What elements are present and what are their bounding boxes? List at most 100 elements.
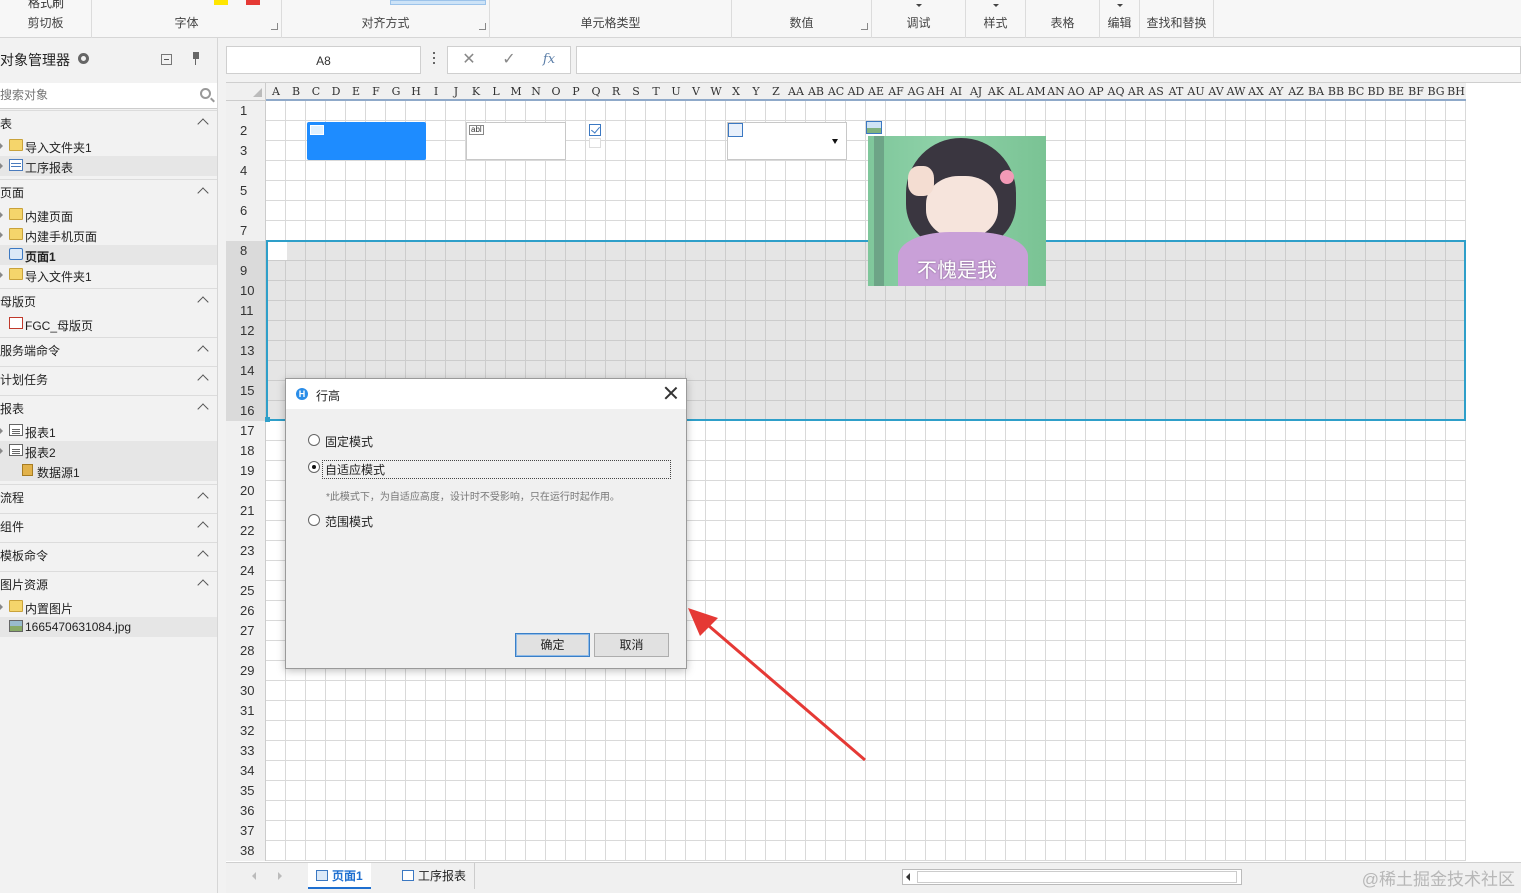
tree-item-page1[interactable]: 页面1 bbox=[0, 245, 217, 265]
column-header-S[interactable]: S bbox=[626, 85, 646, 98]
column-header-AV[interactable]: AV bbox=[1206, 85, 1226, 98]
row-header-10[interactable]: 10 bbox=[226, 281, 265, 301]
column-header-AC[interactable]: AC bbox=[826, 85, 846, 98]
column-header-C[interactable]: C bbox=[306, 85, 326, 98]
column-header-AR[interactable]: AR bbox=[1126, 85, 1146, 98]
row-header-9[interactable]: 9 bbox=[226, 261, 265, 281]
column-header-BD[interactable]: BD bbox=[1366, 85, 1386, 98]
section-server-commands[interactable]: 服务端命令 bbox=[0, 337, 217, 361]
column-header-E[interactable]: E bbox=[346, 85, 366, 98]
tab-process-report[interactable]: 工序报表 bbox=[394, 863, 476, 889]
radio-fixed-mode[interactable]: 固定模式 bbox=[308, 433, 608, 449]
chevron-up-icon[interactable] bbox=[197, 374, 209, 386]
row-header-19[interactable]: 19 bbox=[226, 461, 265, 481]
ribbon-group-find-replace[interactable]: 查找和替换 bbox=[1140, 0, 1214, 38]
column-header-H[interactable]: H bbox=[406, 85, 426, 98]
radio-label[interactable]: 范围模式 bbox=[325, 513, 373, 530]
checkbox-cell-type[interactable] bbox=[589, 124, 601, 136]
column-header-AD[interactable]: AD bbox=[846, 85, 866, 98]
column-header-AS[interactable]: AS bbox=[1146, 85, 1166, 98]
format-painter-label[interactable]: 格式刷 bbox=[28, 0, 64, 11]
row-header-8[interactable]: 8 bbox=[226, 241, 265, 261]
font-color-icon[interactable] bbox=[246, 0, 260, 5]
row-header-20[interactable]: 20 bbox=[226, 481, 265, 501]
close-icon[interactable] bbox=[664, 386, 678, 400]
column-header-AJ[interactable]: AJ bbox=[966, 85, 986, 98]
formula-input[interactable] bbox=[576, 46, 1521, 74]
section-template-commands[interactable]: 模板命令 bbox=[0, 542, 217, 566]
column-header-F[interactable]: F bbox=[366, 85, 386, 98]
expand-arrow-icon[interactable] bbox=[0, 604, 4, 610]
row-header-29[interactable]: 29 bbox=[226, 661, 265, 681]
row-header-15[interactable]: 15 bbox=[226, 381, 265, 401]
column-header-AH[interactable]: AH bbox=[926, 85, 946, 98]
tree-item-process-report[interactable]: 工序报表 bbox=[0, 156, 217, 176]
expand-arrow-icon[interactable] bbox=[0, 272, 4, 278]
row-header-11[interactable]: 11 bbox=[226, 301, 265, 321]
chevron-up-icon[interactable] bbox=[197, 521, 209, 533]
row-header-3[interactable]: 3 bbox=[226, 141, 265, 161]
column-header-AZ[interactable]: AZ bbox=[1286, 85, 1306, 98]
row-header-2[interactable]: 2 bbox=[226, 121, 265, 141]
cancel-button[interactable]: 取消 bbox=[594, 633, 669, 657]
column-header-AM[interactable]: AM bbox=[1026, 85, 1046, 98]
name-box[interactable]: A8 bbox=[226, 46, 421, 74]
ribbon-group-style[interactable]: 样式 bbox=[966, 0, 1026, 38]
section-pages[interactable]: 页面 bbox=[0, 179, 217, 203]
ribbon-group-debug[interactable]: 调试 bbox=[872, 0, 966, 38]
row-header-5[interactable]: 5 bbox=[226, 181, 265, 201]
column-header-AO[interactable]: AO bbox=[1066, 85, 1086, 98]
chevron-up-icon[interactable] bbox=[197, 579, 209, 591]
row-header-27[interactable]: 27 bbox=[226, 621, 265, 641]
section-tables[interactable]: 表 bbox=[0, 110, 217, 134]
row-header-16[interactable]: 16 bbox=[226, 401, 265, 421]
chevron-up-icon[interactable] bbox=[197, 550, 209, 562]
row-header-6[interactable]: 6 bbox=[226, 201, 265, 221]
column-header-I[interactable]: I bbox=[426, 85, 446, 98]
row-header-22[interactable]: 22 bbox=[226, 521, 265, 541]
tree-item-report2[interactable]: 报表2 bbox=[0, 441, 217, 461]
column-header-AK[interactable]: AK bbox=[986, 85, 1006, 98]
row-header-37[interactable]: 37 bbox=[226, 821, 265, 841]
tree-item-builtin-images[interactable]: 内置图片 bbox=[0, 597, 217, 617]
image-cell-type[interactable]: 不愧是我 bbox=[866, 121, 1047, 288]
column-header-AN[interactable]: AN bbox=[1046, 85, 1066, 98]
section-flow[interactable]: 流程 bbox=[0, 484, 217, 508]
column-header-V[interactable]: V bbox=[686, 85, 706, 98]
column-header-AT[interactable]: AT bbox=[1166, 85, 1186, 98]
radio-adaptive-mode[interactable]: 自适应模式 bbox=[308, 460, 671, 479]
radio-label[interactable]: 固定模式 bbox=[325, 433, 373, 450]
row-header-13[interactable]: 13 bbox=[226, 341, 265, 361]
dropdown-arrow-icon[interactable] bbox=[832, 139, 838, 144]
radio-button[interactable] bbox=[308, 514, 320, 526]
expand-arrow-icon[interactable] bbox=[0, 143, 4, 149]
row-header-23[interactable]: 23 bbox=[226, 541, 265, 561]
tree-item-report1[interactable]: 报表1 bbox=[0, 421, 217, 441]
radio-button[interactable] bbox=[308, 461, 320, 473]
textbox-cell-type[interactable]: abl bbox=[466, 122, 566, 160]
column-header-Q[interactable]: Q bbox=[586, 85, 606, 98]
column-header-BA[interactable]: BA bbox=[1306, 85, 1326, 98]
confirm-icon[interactable]: ✓ bbox=[496, 50, 522, 70]
row-header-1[interactable]: 1 bbox=[226, 101, 265, 121]
row-header-17[interactable]: 17 bbox=[226, 421, 265, 441]
scroll-left-icon[interactable] bbox=[906, 873, 910, 881]
collapse-all-icon[interactable] bbox=[161, 54, 172, 65]
pin-icon[interactable] bbox=[193, 52, 199, 65]
tree-item-builtin-pages[interactable]: 内建页面 bbox=[0, 205, 217, 225]
row-header-38[interactable]: 38 bbox=[226, 841, 265, 861]
column-header-AE[interactable]: AE bbox=[866, 85, 886, 98]
column-header-Z[interactable]: Z bbox=[766, 85, 786, 98]
row-header-21[interactable]: 21 bbox=[226, 501, 265, 521]
row-header-33[interactable]: 33 bbox=[226, 741, 265, 761]
expand-arrow-icon[interactable] bbox=[0, 212, 4, 218]
column-header-AA[interactable]: AA bbox=[786, 85, 806, 98]
cancel-icon[interactable]: ✕ bbox=[456, 50, 482, 70]
column-header-AG[interactable]: AG bbox=[906, 85, 926, 98]
tab-next-icon[interactable] bbox=[278, 872, 282, 880]
row-header-24[interactable]: 24 bbox=[226, 561, 265, 581]
active-cell[interactable] bbox=[268, 242, 287, 260]
row-header-34[interactable]: 34 bbox=[226, 761, 265, 781]
column-header-D[interactable]: D bbox=[326, 85, 346, 98]
expand-arrow-icon[interactable] bbox=[0, 232, 4, 238]
